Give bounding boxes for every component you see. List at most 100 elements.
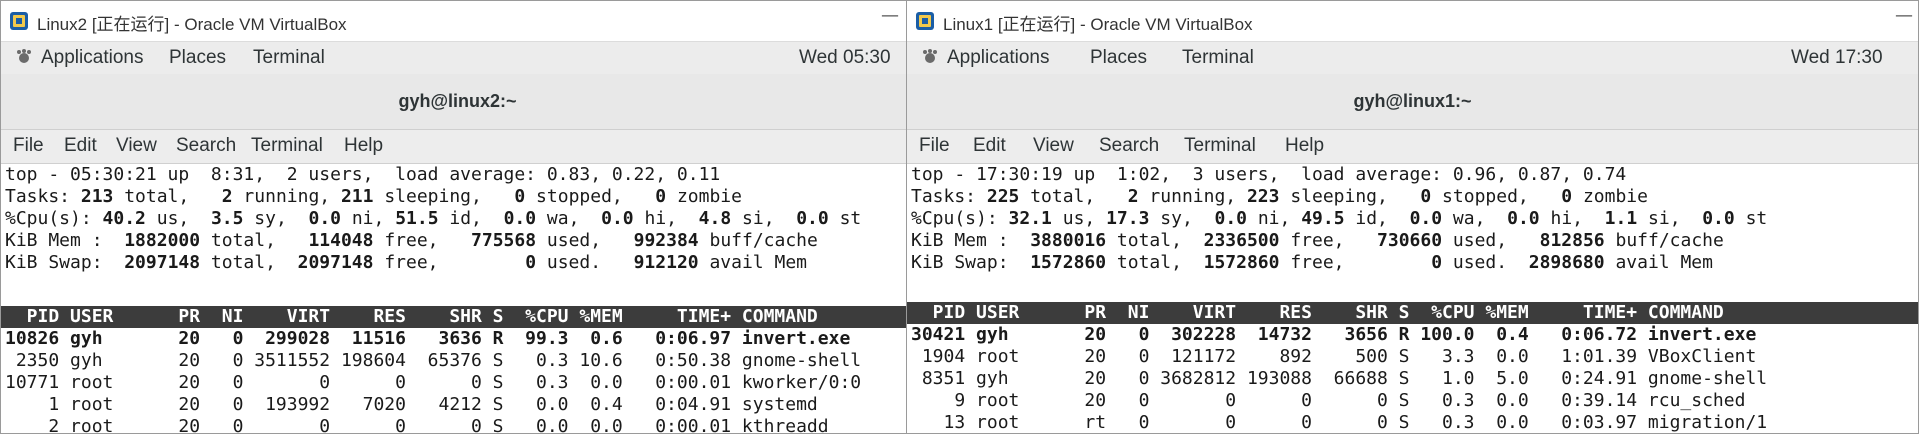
top-summary-swap: KiB Swap: 1572860 total, 1572860 free, 0… [911,252,1713,273]
linux2-titlebar[interactable]: Linux2 [正在运行] - Oracle VM VirtualBox — [1,1,914,41]
summary-value: 0.0 [1409,208,1443,229]
summary-value: 0.0 [601,208,634,229]
summary-value: 40.2 [102,208,146,229]
applications-label: Applications [41,47,144,68]
menu-terminal[interactable]: Terminal [251,135,323,157]
summary-value: 17.3 [1106,208,1150,229]
menu-file[interactable]: File [13,135,44,157]
menu-search[interactable]: Search [1099,135,1159,157]
top-summary-uptime: top - 05:30:21 up 8:31, 2 users, load av… [5,164,721,185]
menu-view[interactable]: View [116,135,157,157]
summary-value: 0.0 [796,208,829,229]
summary-value: 0 [1420,186,1432,207]
gnome-foot-icon [923,49,937,63]
summary-value: 49.5 [1301,208,1345,229]
process-row: 2350 gyh 20 0 3511552 198604 65376 S 0.3… [5,350,862,371]
menu-help[interactable]: Help [1285,135,1324,157]
summary-value: 2 [1127,186,1139,207]
places-menu[interactable]: Places [169,47,226,69]
summary-value: 2898680 [1528,252,1605,273]
process-row: 1904 root 20 0 121172 892 500 S 3.3 0.0 … [911,346,1757,367]
terminal-menubar: File Edit View Search Terminal Help [1,130,914,164]
applications-menu[interactable]: Applications [921,47,1049,69]
summary-value: 3880016 [1030,230,1107,251]
summary-value: 223 [1246,186,1280,207]
top-summary-swap: KiB Swap: 2097148 total, 2097148 free, 0… [5,252,807,273]
terminal-menubar: File Edit View Search Terminal Help [907,130,1918,164]
top-summary-mem: KiB Mem : 1882000 total, 114048 free, 77… [5,230,818,251]
process-row: 9 root 20 0 0 0 0 S 0.3 0.0 0:39.14 rcu_… [911,390,1746,411]
top-summary-tasks: Tasks: 213 total, 2 running, 211 sleepin… [5,186,742,207]
summary-value: 0 [1431,252,1443,273]
process-row: 2 root 20 0 0 0 0 S 0.0 0.0 0:00.01 kthr… [5,416,829,433]
summary-value: 775568 [471,230,537,251]
summary-value: 1572860 [1203,252,1280,273]
terminal-output[interactable]: top - 05:30:21 up 8:31, 2 users, load av… [1,164,914,433]
places-menu[interactable]: Places [1090,47,1147,69]
summary-value: 0 [525,252,537,273]
process-row: 10771 root 20 0 0 0 0 S 0.3 0.0 0:00.01 … [5,372,862,393]
linux2-vm-window[interactable]: Linux2 [正在运行] - Oracle VM VirtualBox — A… [0,0,915,434]
menu-edit[interactable]: Edit [64,135,97,157]
summary-value: 0 [514,186,526,207]
summary-value: 0.0 [1702,208,1735,229]
minimize-button[interactable]: — [881,5,899,26]
summary-value: 0 [1561,186,1573,207]
summary-value: 2097148 [297,252,374,273]
top-summary-cpu: %Cpu(s): 40.2 us, 3.5 sy, 0.0 ni, 51.5 i… [5,208,862,229]
terminal-title: gyh@linux1:~ [1353,91,1472,111]
clock[interactable]: Wed 05:30 [799,47,891,69]
gnome-top-bar: Applications Places Terminal Wed 05:30 [1,41,914,75]
terminal-output[interactable]: top - 17:30:19 up 1:02, 3 users, load av… [907,164,1918,433]
summary-value: 32.1 [1008,208,1052,229]
summary-value: 3.5 [210,208,244,229]
window-title: Linux2 [正在运行] - Oracle VM VirtualBox [37,15,347,34]
summary-value: 2 [221,186,233,207]
summary-value: 730660 [1377,230,1443,251]
summary-value: 0.0 [1214,208,1247,229]
summary-value: 992384 [633,230,699,251]
gnome-foot-icon [17,49,31,63]
terminal-header: gyh@linux2:~ [1,74,914,130]
summary-value: 51.5 [395,208,439,229]
menu-file[interactable]: File [919,135,950,157]
summary-value: 812856 [1539,230,1605,251]
menu-search[interactable]: Search [176,135,236,157]
menu-help[interactable]: Help [344,135,383,157]
summary-value: 0.0 [308,208,341,229]
terminal-header: gyh@linux1:~ [907,74,1918,130]
top-summary-uptime: top - 17:30:19 up 1:02, 3 users, load av… [911,164,1627,185]
process-row: 13 root rt 0 0 0 0 S 0.3 0.0 0:03.97 mig… [911,412,1768,433]
summary-value: 912120 [633,252,699,273]
process-table-header: PID USER PR NI VIRT RES SHR S %CPU %MEM … [5,306,818,327]
terminal-title: gyh@linux2:~ [398,91,517,111]
process-row: 8351 gyh 20 0 3682812 193088 66688 S 1.0… [911,368,1768,389]
summary-value: 1572860 [1030,252,1107,273]
top-summary-cpu: %Cpu(s): 32.1 us, 17.3 sy, 0.0 ni, 49.5 … [911,208,1768,229]
summary-value: 1.1 [1604,208,1638,229]
process-table-header: PID USER PR NI VIRT RES SHR S %CPU %MEM … [911,302,1724,323]
summary-value: 225 [986,186,1020,207]
summary-value: 0.0 [503,208,537,229]
linux1-titlebar[interactable]: Linux1 [正在运行] - Oracle VM VirtualBox — [907,1,1918,41]
process-row: 10826 gyh 20 0 299028 11516 3636 R 99.3 … [5,328,851,349]
applications-label: Applications [947,47,1050,68]
summary-value: 213 [80,186,114,207]
menu-terminal[interactable]: Terminal [1184,135,1256,157]
summary-value: 1882000 [124,230,201,251]
menu-edit[interactable]: Edit [973,135,1006,157]
menu-view[interactable]: View [1033,135,1074,157]
terminal-app-menu[interactable]: Terminal [253,47,325,69]
applications-menu[interactable]: Applications [15,47,143,69]
linux1-vm-window[interactable]: Linux1 [正在运行] - Oracle VM VirtualBox — A… [906,0,1919,434]
top-summary-tasks: Tasks: 225 total, 2 running, 223 sleepin… [911,186,1648,207]
virtualbox-icon [10,12,28,30]
summary-value: 2097148 [124,252,201,273]
summary-value: 0.0 [1507,208,1540,229]
clock[interactable]: Wed 17:30 [1791,47,1883,69]
top-summary-mem: KiB Mem : 3880016 total, 2336500 free, 7… [911,230,1724,251]
terminal-app-menu[interactable]: Terminal [1182,47,1254,69]
gnome-top-bar: Applications Places Terminal Wed 17:30 [907,41,1918,75]
summary-value: 211 [340,186,374,207]
minimize-button[interactable]: — [1895,5,1913,26]
